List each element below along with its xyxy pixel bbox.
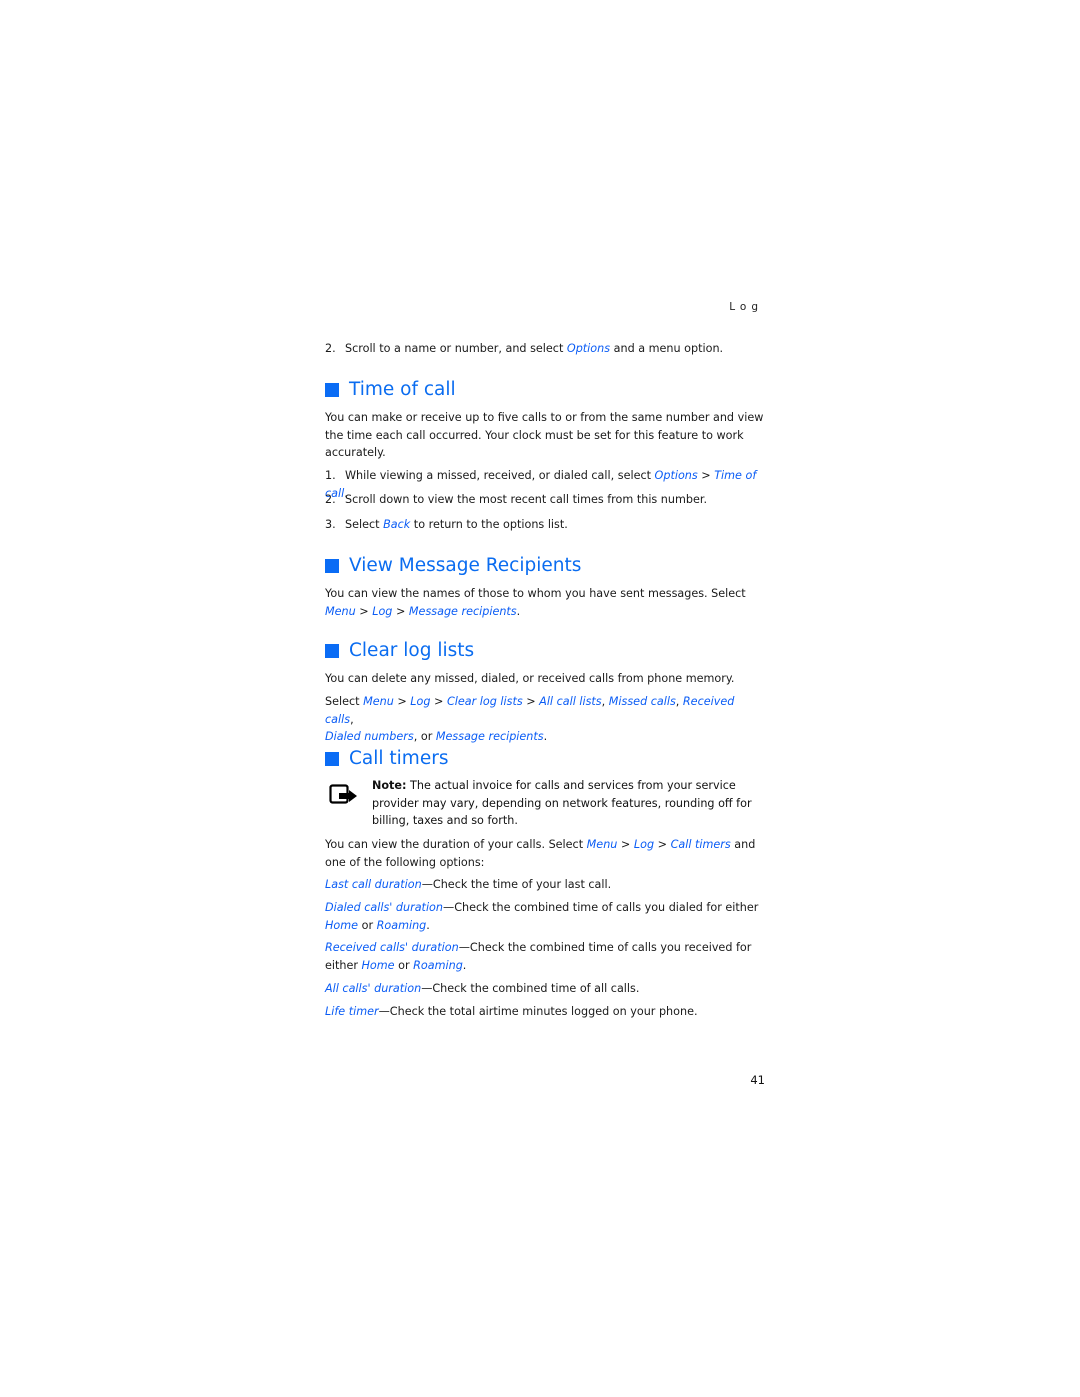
option-received-calls-duration: Received calls' duration—Check the combi… [325,941,752,972]
back-link[interactable]: Back [383,518,410,531]
clear-log-lists-link[interactable]: Clear log lists [447,695,523,708]
options-link[interactable]: Options [655,469,698,482]
home-link[interactable]: Home [325,919,358,932]
running-head: Log [729,301,763,313]
heading-time-of-call: Time of call [325,379,456,400]
note-text: Note: The actual invoice for calls and s… [372,779,752,827]
call-timers-body: You can view the duration of your calls.… [325,838,756,869]
roaming-link[interactable]: Roaming [413,959,463,972]
option-life-timer: Life timer—Check the total airtime minut… [325,1005,698,1018]
log-link[interactable]: Log [410,695,430,708]
option-dialed-calls-duration: Dialed calls' duration—Check the combine… [325,901,759,932]
bullet-square-icon [325,751,339,766]
options-link[interactable]: Options [567,342,610,355]
time-of-call-step-3: 3. Select Back to return to the options l… [325,518,568,531]
option-all-calls-duration: All calls' duration—Check the combined t… [325,982,640,995]
page-number: 41 [750,1073,765,1087]
message-recipients-link[interactable]: Message recipients [436,730,544,743]
option-last-call-duration: Last call duration—Check the time of you… [325,878,612,891]
all-call-lists-link[interactable]: All call lists [539,695,601,708]
log-link[interactable]: Log [372,605,392,618]
menu-link[interactable]: Menu [325,605,356,618]
time-of-call-body: You can make or receive up to five calls… [325,411,764,459]
message-recipients-link[interactable]: Message recipients [409,605,517,618]
heading-call-timers: Call timers [325,748,448,769]
bullet-square-icon [325,382,339,397]
bullet-square-icon [325,558,339,573]
intro-step: 2. Scroll to a name or number, and select… [325,342,724,355]
home-link[interactable]: Home [362,959,395,972]
dialed-numbers-link[interactable]: Dialed numbers [325,730,414,743]
bullet-square-icon [325,643,339,658]
view-recipients-body: You can view the names of those to whom … [325,587,746,618]
menu-link[interactable]: Menu [363,695,394,708]
missed-calls-link[interactable]: Missed calls [609,695,676,708]
roaming-link[interactable]: Roaming [377,919,427,932]
heading-view-message-recipients: View Message Recipients [325,555,581,576]
clear-log-path: Select Menu > Log > Clear log lists > Al… [325,695,735,743]
time-of-call-step-2: 2. Scroll down to view the most recent ca… [325,493,707,506]
heading-clear-log-lists: Clear log lists [325,640,474,661]
menu-link[interactable]: Menu [587,838,618,851]
note-icon [329,784,357,804]
log-link[interactable]: Log [634,838,654,851]
call-timers-link[interactable]: Call timers [671,838,731,851]
clear-log-body: You can delete any missed, dialed, or re… [325,672,735,685]
